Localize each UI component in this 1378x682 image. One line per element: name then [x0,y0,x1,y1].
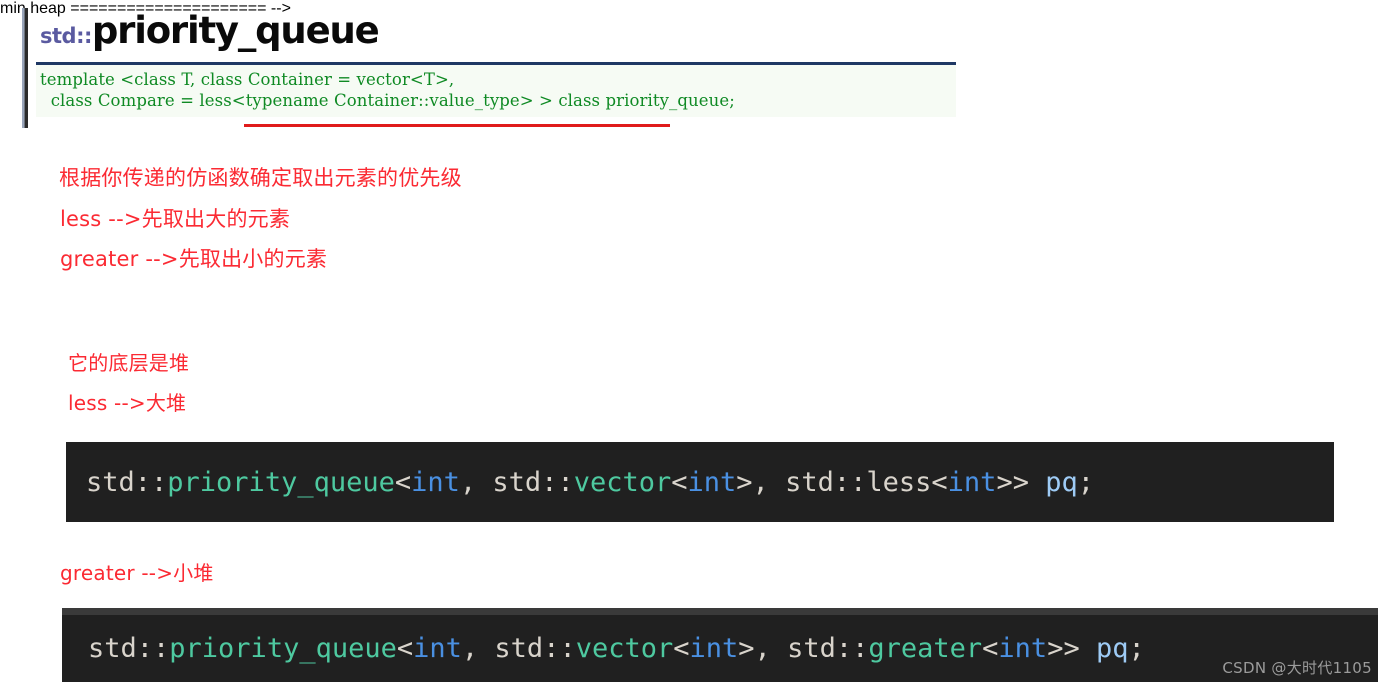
signature-line-1: template <class T, class Container = vec… [40,70,455,89]
title-main-name: priority_queue [91,9,380,52]
template-signature-box: template <class T, class Container = vec… [36,62,956,118]
annotation-priority-rule: 根据你传递的仿函数确定取出元素的优先级 [59,166,462,190]
annotation-underlying-heap: 它的底层是堆 [68,351,190,375]
annotation-greater-min-heap: greater -->小堆 [60,561,214,585]
signature-red-underline [244,124,670,127]
header-accent-bar [22,8,28,128]
code-block-greater-example: std::priority_queue<int, std::vector<int… [62,608,1378,682]
code-line-greater: std::priority_queue<int, std::vector<int… [88,633,1145,664]
title-namespace: std:: [40,24,92,48]
signature-line-2: class Compare = less<typename Container:… [40,91,735,111]
page-title: std:: priority_queue [40,9,380,52]
csdn-watermark: CSDN @大时代1105 [1222,659,1372,677]
code-block-less-example: std::priority_queue<int, std::vector<int… [66,442,1334,522]
annotation-greater-pop-smallest: greater -->先取出小的元素 [60,247,328,271]
annotation-less-max-heap: less -->大堆 [68,391,187,415]
code-line-less: std::priority_queue<int, std::vector<int… [86,466,1094,498]
annotation-less-pop-largest: less -->先取出大的元素 [60,207,291,231]
